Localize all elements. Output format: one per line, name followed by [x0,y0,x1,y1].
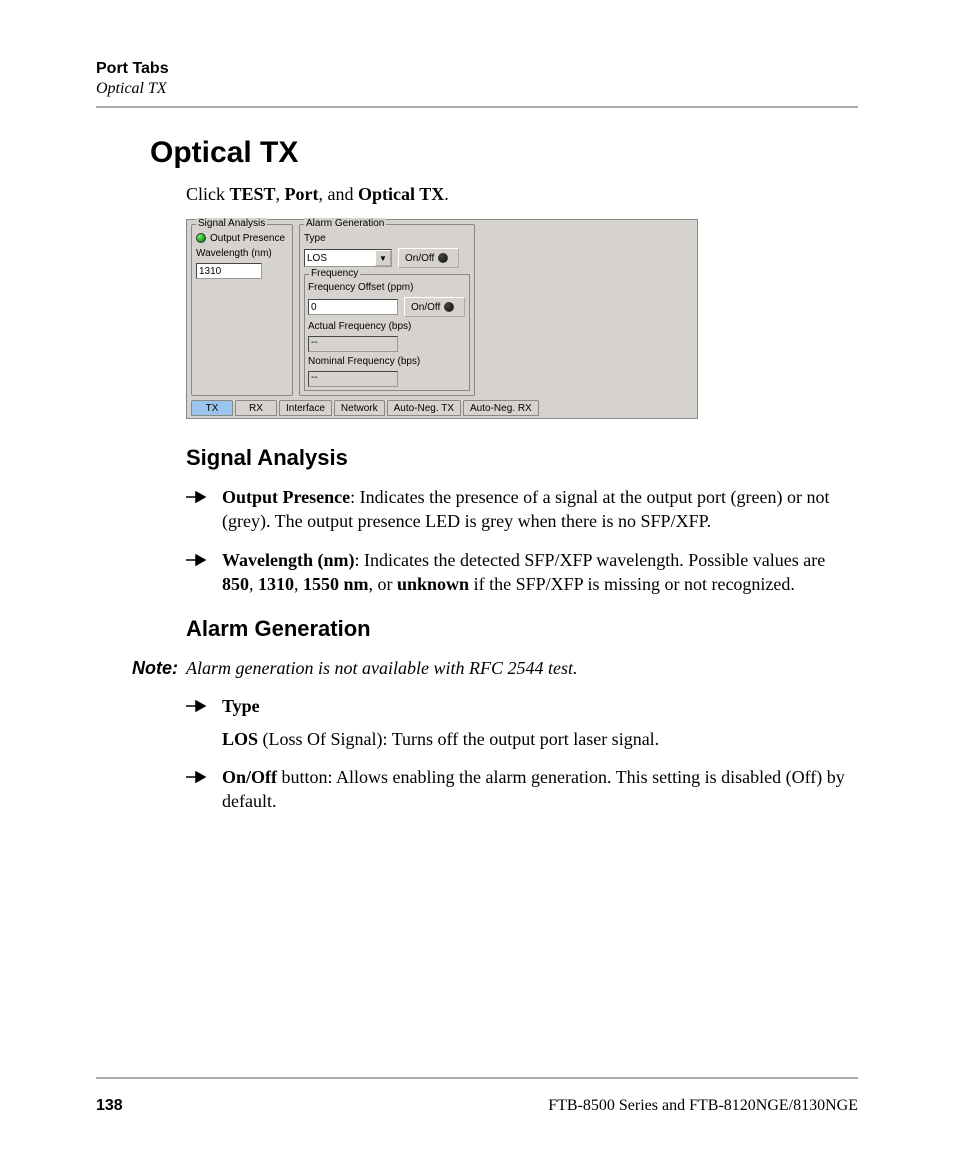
alarm-generation-legend: Alarm Generation [304,218,386,229]
page-title: Optical TX [150,136,858,170]
running-header: Port Tabs Optical TX [96,60,858,98]
output-presence-label: Output Presence [210,233,285,244]
tab-network[interactable]: Network [334,400,385,416]
nominal-freq-label: Nominal Frequency (bps) [308,356,466,367]
page-number: 138 [96,1097,123,1115]
frequency-legend: Frequency [309,268,360,279]
type-label: Type [304,233,470,244]
output-presence-led [196,233,206,243]
freq-onoff-button[interactable]: On/Off [404,297,465,317]
note-row: Note: Alarm generation is not available … [96,656,858,680]
bullet-bold: Type [222,696,260,716]
header-section: Optical TX [96,80,858,98]
intro-bold-test: TEST [230,184,276,204]
intro-paragraph: Click TEST, Port, and Optical TX. [186,184,858,205]
type-onoff-button[interactable]: On/Off [398,248,459,268]
actual-freq-label: Actual Frequency (bps) [308,321,466,332]
nominal-freq-value: -- [308,371,398,387]
bullet-output-presence: Output Presence: Indicates the presence … [186,485,858,534]
intro-bold-optical-tx: Optical TX [358,184,444,204]
note-label: Note: [96,656,186,680]
tab-rx[interactable]: RX [235,400,277,416]
dropdown-arrow-icon: ▼ [375,250,391,266]
frequency-group: Frequency Frequency Offset (ppm) On/Off … [304,274,470,391]
page-footer: 138 FTB-8500 Series and FTB-8120NGE/8130… [96,1097,858,1115]
freq-onoff-led [444,302,454,312]
actual-freq-value: -- [308,336,398,352]
bullet-bold: Output Presence [222,487,350,507]
output-presence-row: Output Presence [196,233,288,244]
freq-offset-label: Frequency Offset (ppm) [308,282,466,293]
type-select-value: LOS [307,253,327,264]
footer-rule [96,1077,858,1079]
header-rule [96,106,858,108]
type-select[interactable]: LOS ▼ [304,249,392,267]
intro-text: Click [186,184,230,204]
bullet-arrow-icon [186,694,222,751]
tab-autoneg-tx[interactable]: Auto-Neg. TX [387,400,461,416]
bullet-onoff: On/Off button: Allows enabling the alarm… [186,765,858,814]
bullet-arrow-icon [186,765,222,814]
tab-autoneg-rx[interactable]: Auto-Neg. RX [463,400,539,416]
bullet-bold: On/Off [222,767,277,787]
tab-tx[interactable]: TX [191,400,233,416]
type-onoff-led [438,253,448,263]
bullet-bold: Wavelength (nm) [222,550,355,570]
embedded-screenshot: Signal Analysis Output Presence Waveleng… [186,219,698,419]
product-line: FTB-8500 Series and FTB-8120NGE/8130NGE [548,1097,858,1115]
signal-analysis-heading: Signal Analysis [186,445,858,471]
note-text: Alarm generation is not available with R… [186,656,858,680]
alarm-generation-heading: Alarm Generation [186,616,858,642]
bullet-arrow-icon [186,485,222,534]
signal-analysis-group: Signal Analysis Output Presence Waveleng… [191,224,293,396]
wavelength-label: Wavelength (nm) [196,248,288,259]
alarm-generation-group: Alarm Generation Type LOS ▼ On/Off Frequ… [299,224,475,396]
signal-analysis-legend: Signal Analysis [196,218,267,229]
tab-interface[interactable]: Interface [279,400,332,416]
header-chapter: Port Tabs [96,60,858,78]
tabs-row: TX RX Interface Network Auto-Neg. TX Aut… [187,400,697,418]
wavelength-input[interactable] [196,263,262,279]
intro-bold-port: Port [285,184,319,204]
freq-offset-input[interactable] [308,299,398,315]
bullet-arrow-icon [186,548,222,597]
bullet-type: Type LOS (Loss Of Signal): Turns off the… [186,694,858,751]
bullet-wavelength: Wavelength (nm): Indicates the detected … [186,548,858,597]
